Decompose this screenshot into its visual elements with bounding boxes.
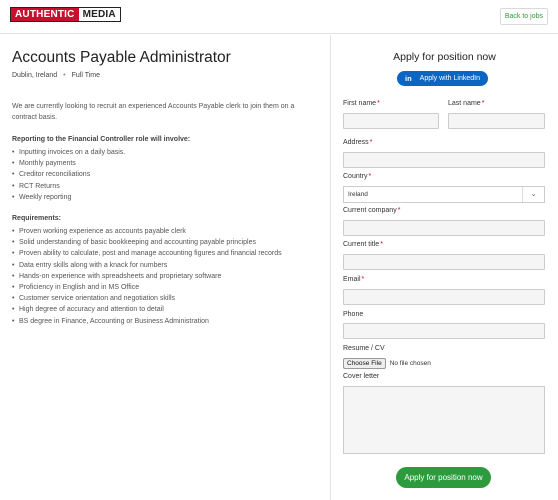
application-form: Apply for position now in Apply with Lin… [331, 35, 558, 500]
required-mark: * [368, 173, 372, 180]
required-mark: * [397, 207, 401, 214]
job-description: Accounts Payable Administrator Dublin, I… [12, 35, 328, 500]
apply-with-linkedin-button[interactable]: in Apply with LinkedIn [397, 71, 488, 86]
chevron-down-icon: ⌄ [522, 187, 544, 202]
apply-submit-button[interactable]: Apply for position now [396, 467, 491, 488]
duty-item: Creditor reconciliations [12, 169, 125, 180]
email-input[interactable] [343, 289, 545, 305]
required-mark: * [380, 241, 383, 248]
country-selected-value: Ireland [348, 191, 368, 198]
address-label: Address* [343, 139, 372, 146]
linkedin-button-label: Apply with LinkedIn [419, 75, 480, 82]
duty-item: Inputting invoices on a daily basis. [12, 147, 125, 158]
requirements-heading: Requirements: [12, 215, 62, 222]
email-label-text: Email [343, 276, 361, 283]
current-company-label-text: Current company [343, 207, 397, 214]
job-meta: Dublin, Ireland • Full Time [12, 72, 100, 79]
job-title: Accounts Payable Administrator [12, 49, 231, 66]
first-name-label: First name* [343, 100, 380, 107]
current-title-label: Current title* [343, 241, 383, 248]
last-name-input[interactable] [448, 113, 545, 129]
job-type: Full Time [71, 72, 100, 79]
address-label-text: Address [343, 139, 369, 146]
current-title-label-text: Current title [343, 241, 380, 248]
resume-label: Resume / CV [343, 345, 385, 352]
requirement-item: Proven working experience as accounts pa… [12, 226, 282, 237]
requirement-item: High degree of accuracy and attention to… [12, 304, 282, 315]
duties-heading: Reporting to the Financial Controller ro… [12, 136, 191, 143]
required-mark: * [481, 100, 485, 107]
duty-item: Monthly payments [12, 158, 125, 169]
duty-item: RCT Returns [12, 181, 125, 192]
phone-input[interactable] [343, 323, 545, 339]
meta-separator: • [63, 72, 66, 79]
required-mark: * [377, 100, 380, 107]
duty-item: Weekly reporting [12, 192, 125, 203]
linkedin-icon: in [405, 74, 412, 83]
job-location: Dublin, Ireland [12, 72, 58, 79]
requirement-item: Hands-on experience with spreadsheets an… [12, 271, 282, 282]
last-name-label: Last name* [448, 100, 484, 107]
requirement-item: Proven ability to calculate, post and ma… [12, 248, 282, 259]
last-name-label-text: Last name [448, 100, 481, 107]
form-title: Apply for position now [393, 51, 496, 63]
authentic-media-logo[interactable]: AUTHENTIC MEDIA [10, 7, 121, 22]
phone-label: Phone [343, 311, 364, 318]
resume-file-input: Choose File No file chosen [343, 358, 431, 369]
requirement-item: Proficiency in English and in MS Office [12, 282, 282, 293]
cover-letter-textarea[interactable] [343, 386, 545, 454]
back-to-jobs-button[interactable]: Back to jobs [499, 8, 548, 25]
current-company-label: Current company* [343, 207, 400, 214]
requirement-item: Solid understanding of basic bookkeeping… [12, 237, 282, 248]
file-status-text: No file chosen [389, 360, 431, 367]
requirement-item: Customer service orientation and negotia… [12, 293, 282, 304]
duties-list: Inputting invoices on a daily basis. Mon… [12, 147, 125, 203]
current-company-input[interactable] [343, 220, 545, 236]
country-label: Country* [343, 173, 371, 180]
email-label: Email* [343, 276, 364, 283]
required-mark: * [361, 276, 365, 283]
cover-letter-label: Cover letter [343, 373, 380, 380]
address-input[interactable] [343, 152, 545, 168]
logo-right-text: MEDIA [78, 8, 120, 21]
requirements-list: Proven working experience as accounts pa… [12, 226, 282, 327]
first-name-label-text: First name [343, 100, 377, 107]
required-mark: * [369, 139, 373, 146]
current-title-input[interactable] [343, 254, 545, 270]
country-select[interactable]: Ireland ⌄ [343, 186, 545, 203]
logo-left-text: AUTHENTIC [11, 8, 79, 21]
first-name-input[interactable] [343, 113, 439, 129]
requirement-item: Data entry skills along with a knack for… [12, 260, 282, 271]
top-bar: AUTHENTIC MEDIA Back to jobs [0, 0, 558, 34]
job-intro: We are currently looking to recruit an e… [12, 103, 295, 121]
choose-file-button[interactable]: Choose File [343, 358, 386, 369]
requirement-item: BS degree in Finance, Accounting or Busi… [12, 316, 282, 327]
country-label-text: Country [343, 173, 368, 180]
